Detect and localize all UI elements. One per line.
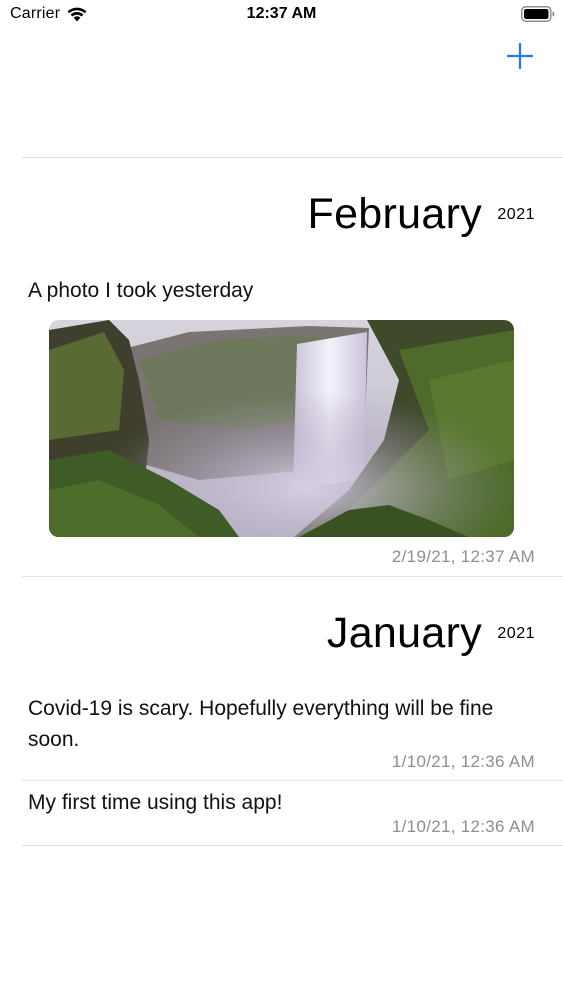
entry-text: A photo I took yesterday [28, 279, 254, 302]
list-bottom-divider [22, 845, 563, 846]
status-bar: Carrier 12:37 AM [0, 0, 563, 30]
entry-photo[interactable] [49, 320, 514, 537]
section-month: February [307, 190, 482, 238]
plus-icon [506, 42, 534, 70]
add-entry-button[interactable] [504, 40, 536, 72]
section-year: 2021 [497, 206, 535, 223]
section-month: January [326, 609, 482, 657]
row-divider [22, 780, 563, 781]
header-divider [22, 157, 563, 158]
section-year: 2021 [497, 625, 535, 642]
entry-text: Covid-19 is scary. Hopefully everything … [28, 697, 494, 751]
entry-timestamp: 2/19/21, 12:37 AM [391, 547, 535, 566]
waterfall-photo [49, 320, 514, 537]
entry-timestamp: 1/10/21, 12:36 AM [391, 817, 535, 836]
battery-icon [521, 6, 555, 22]
section-divider [22, 576, 563, 577]
entry-timestamp: 1/10/21, 12:36 AM [391, 752, 535, 771]
status-time: 12:37 AM [246, 5, 317, 22]
entry-text: My first time using this app! [28, 791, 283, 814]
